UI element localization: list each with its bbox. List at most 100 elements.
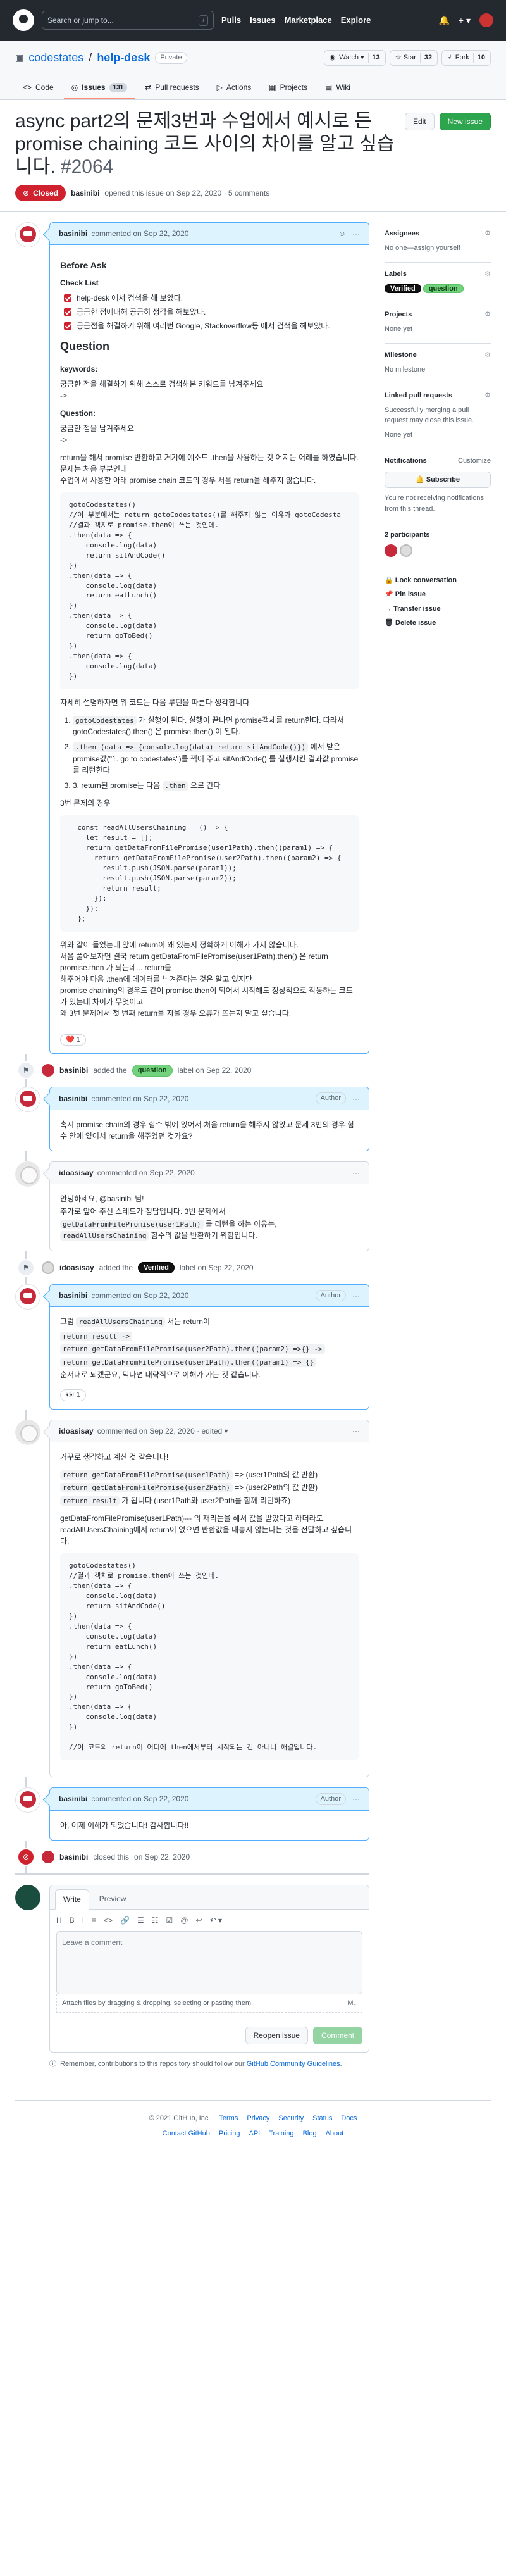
checkbox-checked[interactable] [64,308,71,316]
avatar[interactable] [15,1087,40,1113]
checkbox-checked[interactable] [64,322,71,330]
footer-link[interactable]: API [249,2129,260,2139]
gear-icon[interactable]: ⚙ [484,228,491,239]
footer-link[interactable]: Blog [303,2129,317,2139]
bell-icon[interactable]: 🔔 [438,14,449,27]
more-icon[interactable]: ··· [352,1093,360,1104]
pin-issue-button[interactable]: 📌 Pin issue [385,589,491,600]
comment-textarea[interactable]: Leave a comment [56,1930,362,1994]
bold-icon[interactable]: B [70,1915,75,1926]
tab-issues[interactable]: ◎ Issues 131 [63,77,135,99]
footer-link[interactable]: Terms [219,2113,238,2124]
eyes-reaction[interactable]: 👀 1 [60,1389,86,1401]
comment-time[interactable]: commented on Sep 22, 2020 [91,1093,188,1104]
lock-conversation-button[interactable]: 🔒 Lock conversation [385,575,491,586]
plus-menu-icon[interactable]: + ▾ [459,14,471,27]
footer-link[interactable]: About [326,2129,344,2139]
github-logo-icon[interactable] [13,9,34,31]
link-icon[interactable]: 🔗 [120,1915,130,1926]
avatar[interactable] [15,1419,40,1445]
tab-wiki[interactable]: ▤ Wiki [318,77,358,99]
new-issue-button[interactable]: New issue [439,113,491,130]
tab-preview[interactable]: Preview [92,1889,134,1909]
saved-reply-icon[interactable]: ↶ ▾ [210,1915,222,1926]
guidelines-link[interactable]: GitHub Community Guidelines [247,2060,340,2068]
smiley-icon[interactable]: ☺ [338,228,346,239]
nav-explore[interactable]: Explore [341,14,371,27]
footer-link[interactable]: Pricing [219,2129,240,2139]
assignees-value[interactable]: No one—assign yourself [385,244,460,252]
footer-link[interactable]: Training [269,2129,293,2139]
customize-link[interactable]: Customize [458,456,491,466]
footer-link[interactable]: Contact GitHub [163,2129,210,2139]
nav-pulls[interactable]: Pulls [221,14,241,27]
more-icon[interactable]: ··· [352,1290,360,1301]
quote-icon[interactable]: ≡ [92,1915,96,1926]
heading-icon[interactable]: H [56,1915,62,1926]
comment-time[interactable]: commented on Sep 22, 2020 · edited ▾ [97,1425,228,1437]
participant-avatar[interactable] [385,544,397,557]
more-icon[interactable]: ··· [352,1793,360,1804]
label-question[interactable]: question [423,284,464,293]
checkbox-checked[interactable] [64,294,71,302]
avatar[interactable] [15,222,40,247]
watch-button[interactable]: ◉ Watch ▾ 13 [323,50,386,66]
fork-button[interactable]: ⑂ Fork 10 [441,50,491,66]
transfer-issue-button[interactable]: → Transfer issue [385,604,491,615]
search-input[interactable]: Search or jump to... / [42,11,214,30]
gear-icon[interactable]: ⚙ [484,391,491,401]
tab-projects[interactable]: ▦ Projects [261,77,315,99]
section-title[interactable]: Linked pull requests [385,391,452,401]
repo-name-link[interactable]: help-desk [97,49,150,66]
nav-marketplace[interactable]: Marketplace [285,14,332,27]
comment-author[interactable]: idoasisay [59,1167,94,1179]
delete-issue-button[interactable]: 🗑 Delete issue [385,618,491,628]
comment-time[interactable]: commented on Sep 22, 2020 [97,1167,195,1179]
repo-owner-link[interactable]: codestates [28,49,83,66]
star-button[interactable]: ☆ Star 32 [389,50,438,66]
avatar[interactable] [15,1161,40,1187]
bulleted-list-icon[interactable]: ☰ [137,1915,144,1926]
nav-issues[interactable]: Issues [250,14,275,27]
tab-pull-requests[interactable]: ⇄ Pull requests [137,77,206,99]
attach-files-bar[interactable]: Attach files by dragging & dropping, sel… [56,1994,362,2013]
comment-time[interactable]: commented on Sep 22, 2020 [91,228,188,239]
gear-icon[interactable]: ⚙ [484,269,491,280]
reopen-issue-button[interactable]: Reopen issue [245,2027,308,2045]
tab-write[interactable]: Write [55,1889,89,1910]
markdown-icon[interactable]: M↓ [347,1998,357,2009]
gear-icon[interactable]: ⚙ [484,309,491,320]
event-user[interactable]: basinibi [59,1065,88,1076]
comment-author[interactable]: basinibi [59,1793,87,1804]
event-user[interactable]: basinibi [59,1851,88,1863]
section-title[interactable]: Projects [385,309,412,320]
comment-button[interactable]: Comment [312,2027,362,2045]
avatar[interactable] [15,1884,40,1910]
comment-time[interactable]: commented on Sep 22, 2020 [91,1290,188,1301]
label-question[interactable]: question [132,1065,173,1077]
task-list-icon[interactable]: ☑ [166,1915,173,1926]
comment-author[interactable]: basinibi [59,1093,87,1104]
avatar[interactable] [42,1064,54,1077]
edit-button[interactable]: Edit [404,113,435,130]
footer-link[interactable]: Docs [341,2113,357,2124]
code-icon[interactable]: <> [104,1915,113,1926]
italic-icon[interactable]: I [82,1915,84,1926]
section-title[interactable]: Labels [385,269,407,280]
tab-code[interactable]: <> Code [15,77,61,99]
more-icon[interactable]: ··· [352,1167,360,1179]
heart-reaction[interactable]: ❤️ 1 [60,1034,86,1046]
avatar[interactable] [15,1284,40,1310]
user-avatar[interactable] [479,13,493,27]
footer-link[interactable]: Status [312,2113,332,2124]
label-verified[interactable]: Verified [385,284,421,293]
comment-author[interactable]: idoasisay [59,1425,94,1437]
avatar[interactable] [42,1261,54,1274]
mention-icon[interactable]: @ [180,1915,188,1926]
reference-icon[interactable]: ↩ [196,1915,202,1926]
more-icon[interactable]: ··· [352,1425,360,1437]
event-user[interactable]: idoasisay [59,1262,94,1273]
avatar[interactable] [42,1850,54,1863]
comment-time[interactable]: commented on Sep 22, 2020 [91,1793,188,1804]
label-verified[interactable]: Verified [138,1261,175,1273]
